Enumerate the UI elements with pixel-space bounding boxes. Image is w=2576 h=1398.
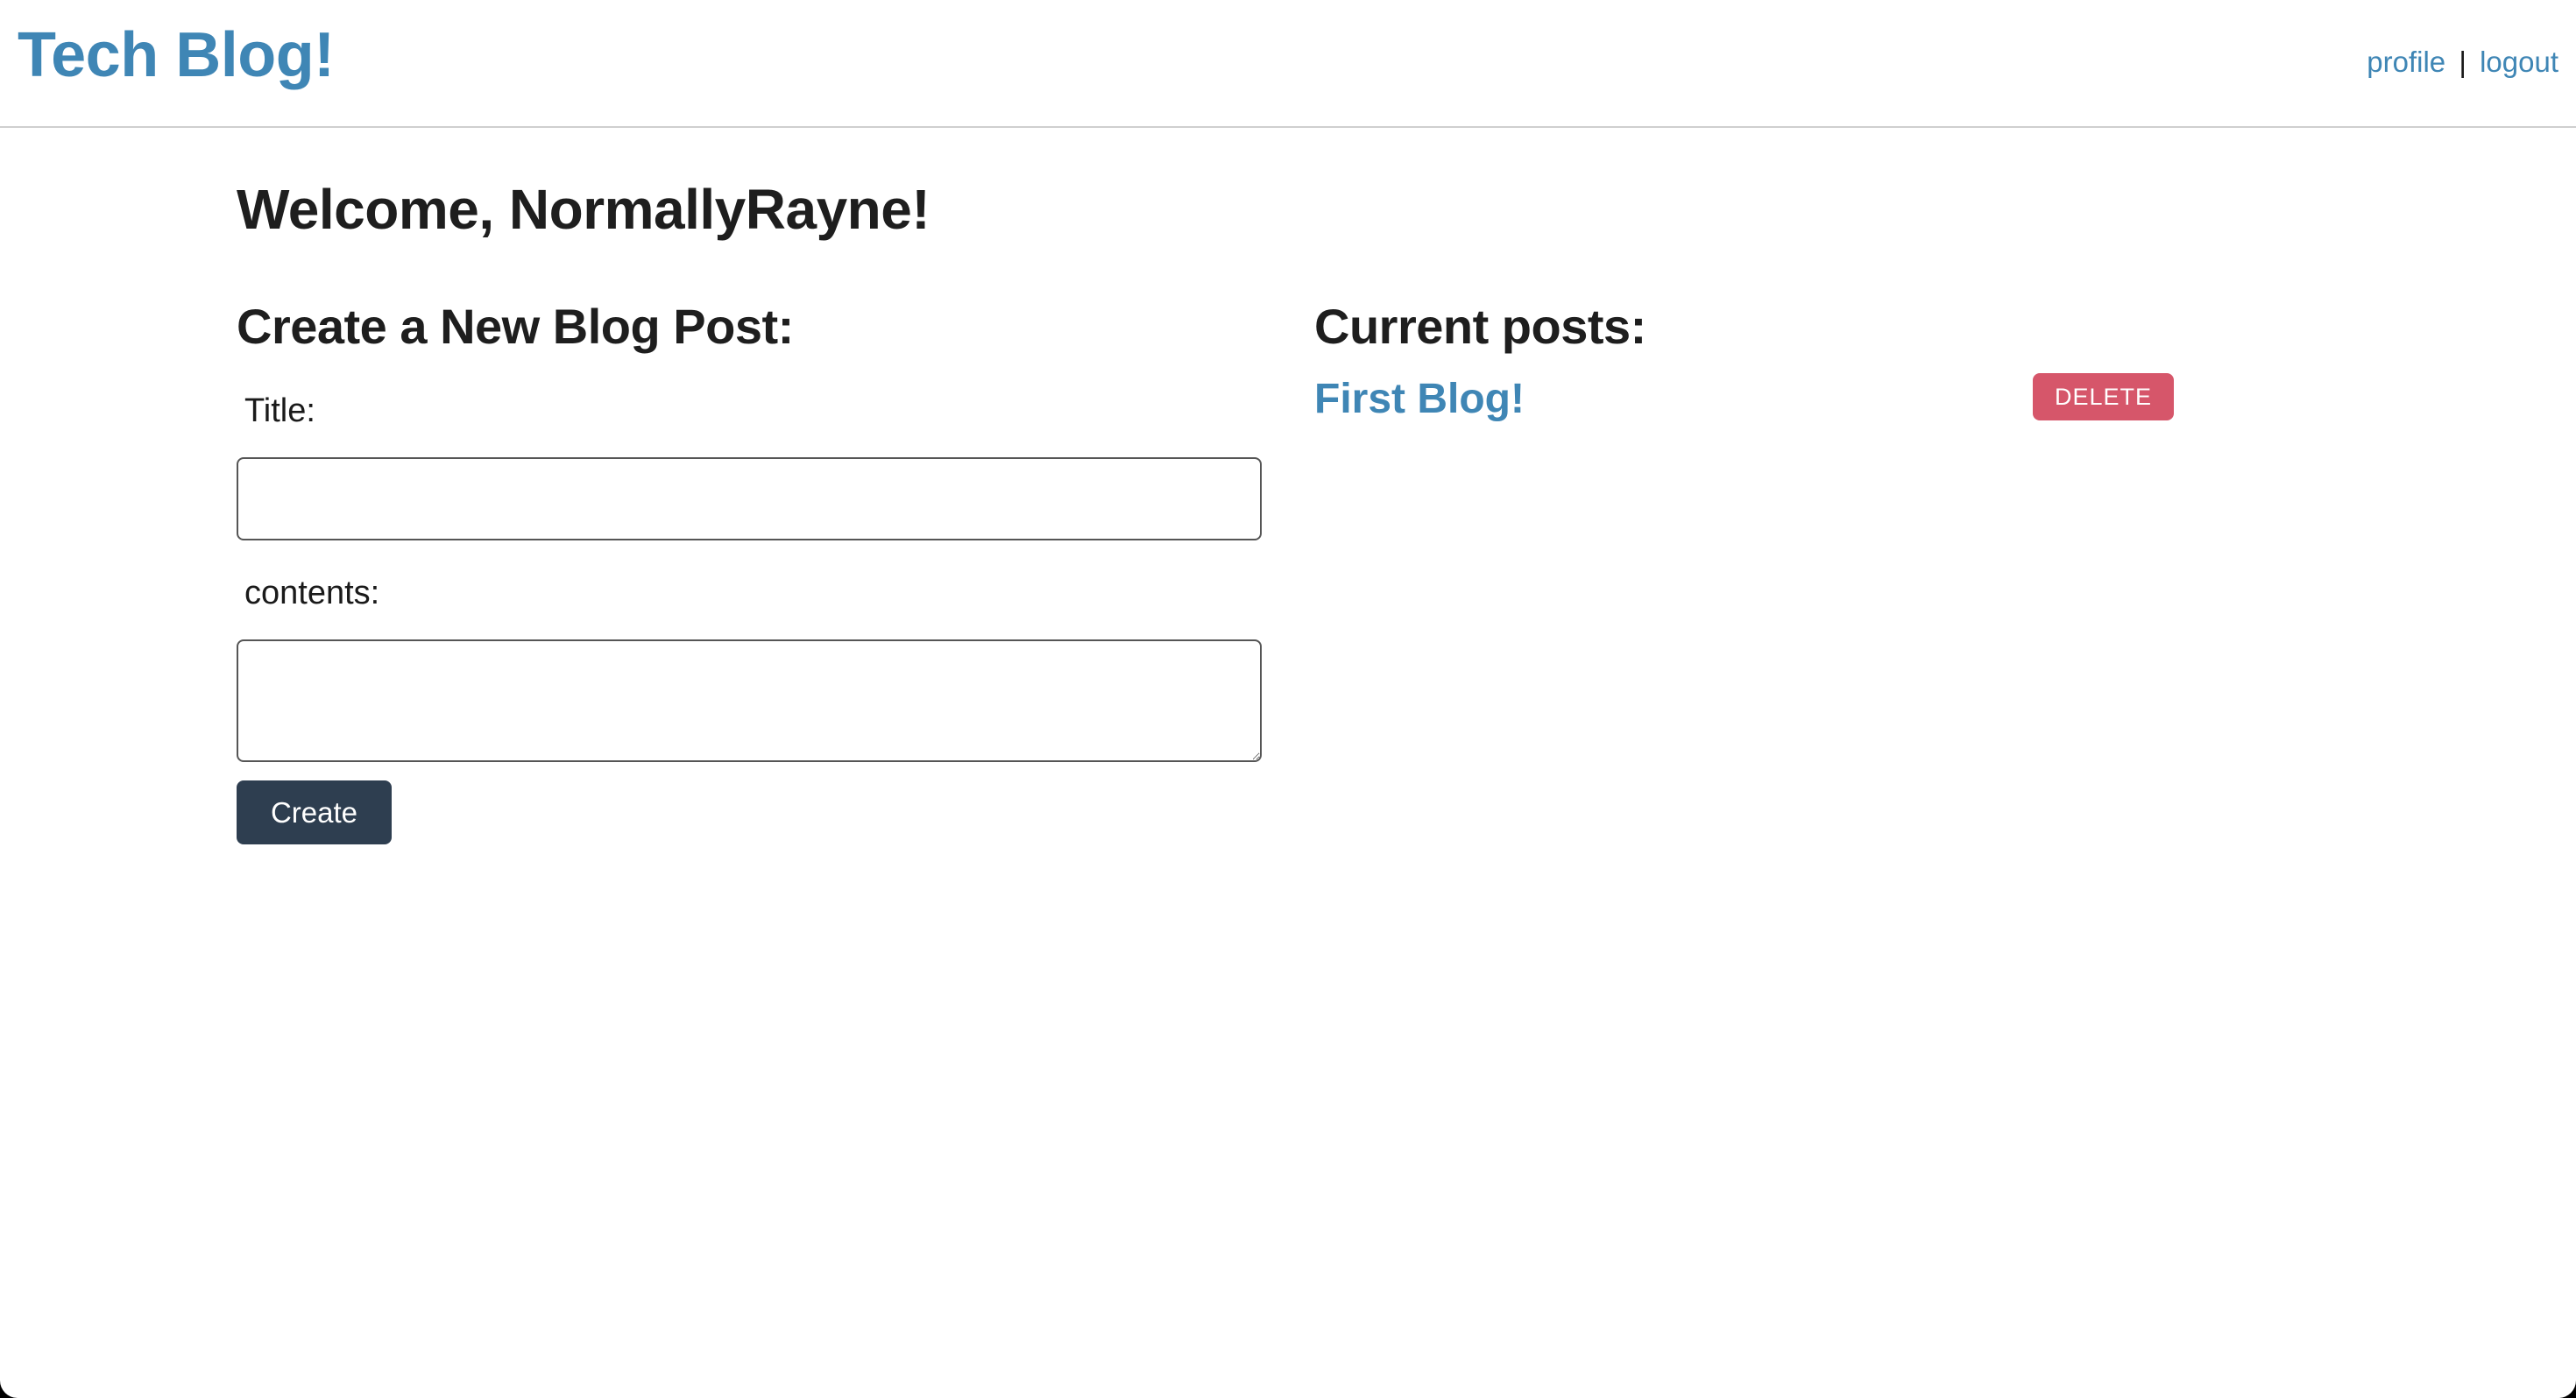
profile-link[interactable]: profile bbox=[2367, 46, 2445, 78]
create-post-heading: Create a New Blog Post: bbox=[237, 299, 794, 354]
top-bar: Tech Blog! profile | logout bbox=[0, 0, 2576, 128]
user-nav: profile | logout bbox=[2367, 46, 2558, 79]
title-input[interactable] bbox=[237, 457, 1262, 540]
brand-logo-link[interactable]: Tech Blog! bbox=[18, 19, 335, 91]
welcome-heading: Welcome, NormallyRayne! bbox=[237, 178, 931, 241]
contents-textarea[interactable] bbox=[237, 639, 1262, 762]
current-posts-heading: Current posts: bbox=[1314, 299, 1646, 354]
logout-link[interactable]: logout bbox=[2480, 46, 2558, 78]
title-label: Title: bbox=[244, 392, 315, 429]
contents-label: contents: bbox=[244, 575, 380, 611]
delete-post-button[interactable]: DELETE bbox=[2033, 373, 2174, 420]
post-title-link[interactable]: First Blog! bbox=[1314, 375, 1525, 423]
page: Tech Blog! profile | logout Welcome, Nor… bbox=[0, 0, 2576, 1398]
create-button[interactable]: Create bbox=[237, 780, 392, 844]
nav-separator: | bbox=[2459, 46, 2466, 78]
